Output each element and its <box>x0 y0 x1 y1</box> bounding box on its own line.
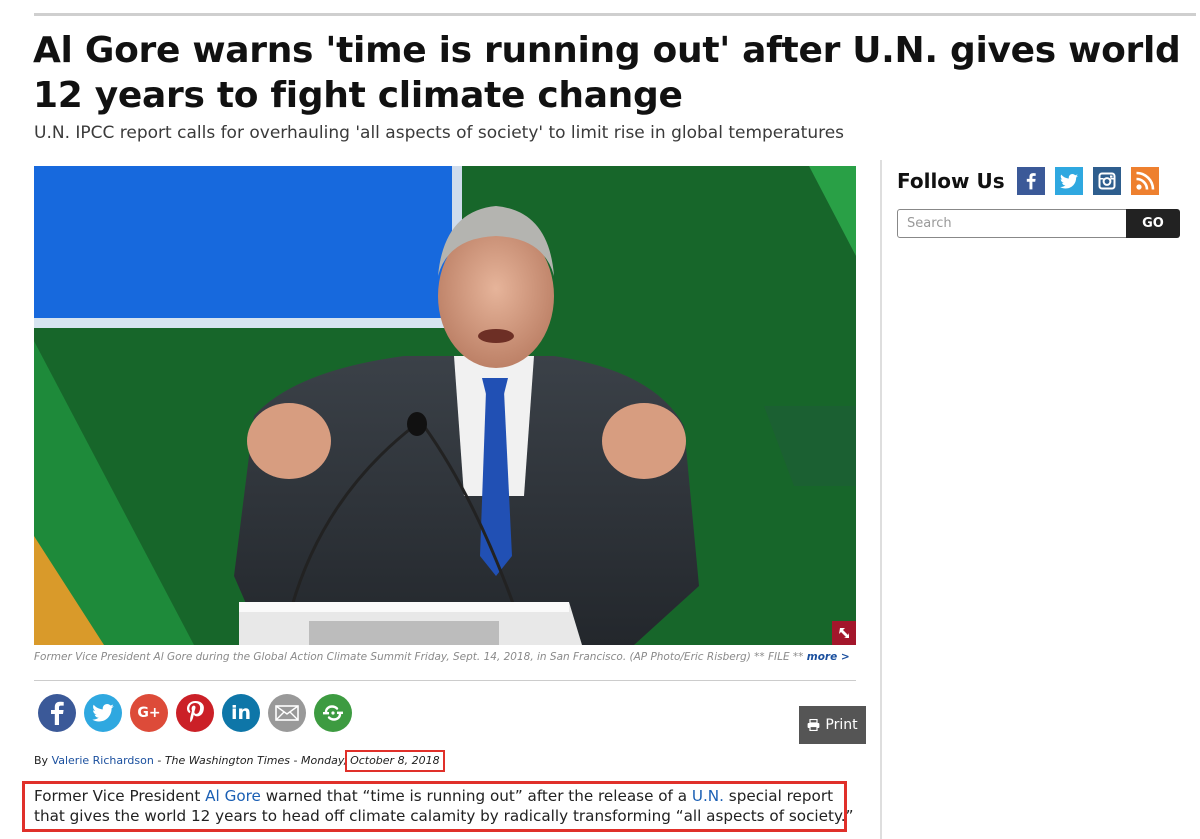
caption-more-link[interactable]: more > <box>807 651 850 663</box>
al-gore-link[interactable]: Al Gore <box>205 787 261 805</box>
publish-date: October 8, 2018 <box>345 750 445 772</box>
article-headline: Al Gore warns 'time is running out' afte… <box>33 30 1181 116</box>
expand-arrow-icon <box>839 628 849 638</box>
search-input[interactable] <box>897 209 1127 238</box>
photo-caption: Former Vice President Al Gore during the… <box>34 650 864 664</box>
byline-prefix: By <box>34 754 52 767</box>
follow-twitter-button[interactable] <box>1054 167 1083 195</box>
share-google-plus-button[interactable]: G+ <box>130 694 168 732</box>
sidebar-divider <box>880 160 882 839</box>
body-text-segment: warned that “time is running out” after … <box>260 787 692 805</box>
follow-rss-button[interactable] <box>1130 167 1159 195</box>
twitter-icon <box>1059 173 1078 189</box>
follow-us: Follow Us <box>897 167 1159 195</box>
byline-separator-2: - <box>290 754 301 767</box>
publish-day: Monday, <box>300 754 348 767</box>
share-pinterest-button[interactable] <box>176 694 214 732</box>
byline-separator: - <box>153 754 165 767</box>
share-more-button[interactable] <box>314 694 352 732</box>
publication-name: The Washington Times <box>164 754 291 767</box>
caption-divider <box>34 680 856 681</box>
article-body-paragraph: Former Vice President Al Gore warned tha… <box>34 786 854 826</box>
search-go-button[interactable]: GO <box>1126 209 1180 238</box>
follow-instagram-button[interactable] <box>1092 167 1121 195</box>
share-more-icon <box>323 705 343 721</box>
expand-photo-button[interactable] <box>832 621 856 645</box>
rss-icon <box>1136 171 1154 190</box>
instagram-icon <box>1098 172 1116 190</box>
share-twitter-button[interactable] <box>84 694 122 732</box>
share-linkedin-button[interactable]: in <box>222 694 260 732</box>
follow-us-label: Follow Us <box>897 169 1005 193</box>
share-facebook-button[interactable] <box>38 694 76 732</box>
author-link[interactable]: Valerie Richardson <box>52 754 154 767</box>
printer-icon <box>807 719 820 731</box>
facebook-icon <box>51 701 64 725</box>
pinterest-icon <box>187 701 204 723</box>
google-plus-icon: G+ <box>137 705 161 721</box>
caption-text: Former Vice President Al Gore during the… <box>34 651 807 663</box>
email-icon <box>275 705 299 721</box>
top-rule <box>34 13 1196 16</box>
body-text-segment: Former Vice President <box>34 787 206 805</box>
print-label: Print <box>825 717 858 733</box>
share-buttons: G+ in <box>38 694 352 732</box>
follow-facebook-button[interactable] <box>1016 167 1045 195</box>
linkedin-icon: in <box>230 702 252 724</box>
un-link[interactable]: U.N. <box>692 787 724 805</box>
print-button[interactable]: Print <box>799 706 866 744</box>
twitter-icon <box>92 704 114 722</box>
article-photo[interactable] <box>34 166 856 645</box>
photo-illustration <box>34 166 856 645</box>
article-subheadline: U.N. IPCC report calls for overhauling '… <box>34 123 845 143</box>
byline: By Valerie Richardson - The Washington T… <box>34 750 445 772</box>
share-email-button[interactable] <box>268 694 306 732</box>
facebook-icon <box>1026 173 1036 190</box>
